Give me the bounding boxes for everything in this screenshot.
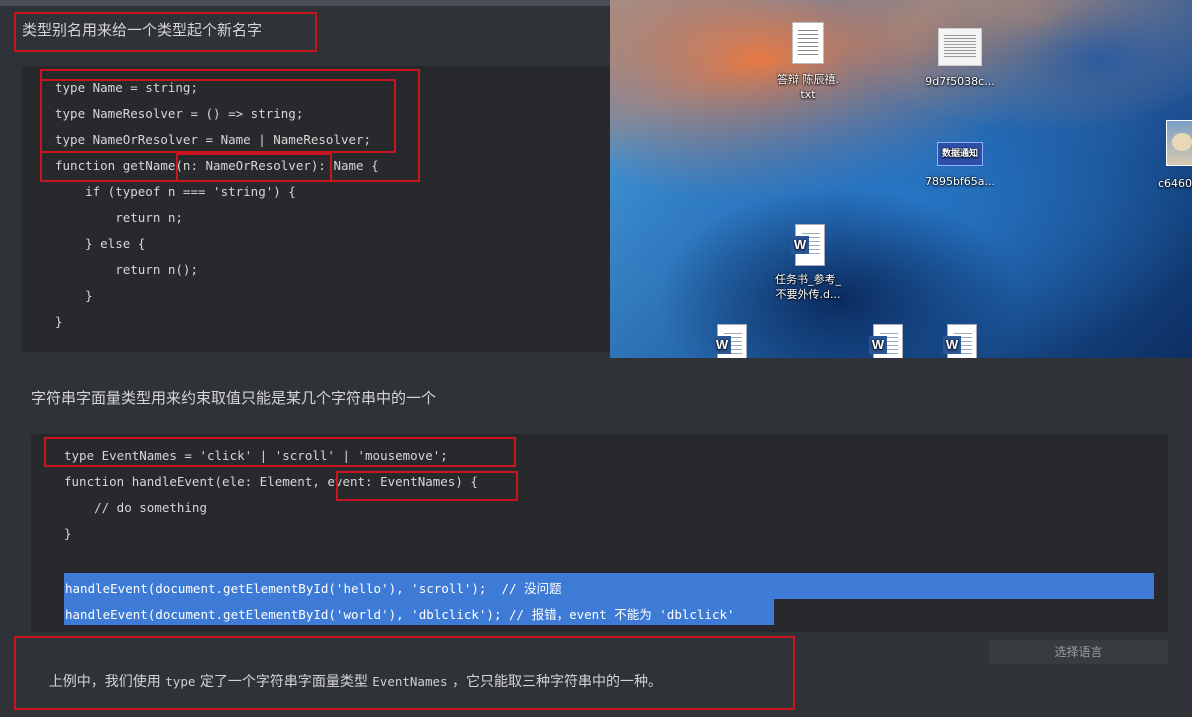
code-line: return n();: [55, 262, 198, 277]
annotation-box: [14, 636, 795, 710]
annotation-box: [336, 471, 518, 501]
desktop-icon-label: 任务书_参考_: [775, 273, 841, 286]
desktop-icon-word-doc[interactable]: W: [688, 324, 772, 358]
desktop-icon-label: 不要外传.d...: [775, 288, 841, 301]
desktop-icon-label: c6460: [1158, 177, 1192, 190]
type-alias-section: 类型别名用来给一个类型起个新名字 type Name = string; typ…: [0, 6, 610, 358]
desktop-icon-image-badge[interactable]: 数据通知 7895bf65a...: [918, 142, 1002, 189]
word-document-icon: W: [791, 224, 825, 266]
code-line: handleEvent(document.getElementById('hel…: [65, 581, 562, 596]
annotation-box: [14, 12, 317, 52]
desktop-icon-image-file[interactable]: 9d7f5038c...: [918, 28, 1002, 89]
cat-image-icon: [1166, 120, 1192, 166]
code-line: if (typeof n === 'string') {: [55, 184, 296, 199]
image-badge-icon: 数据通知: [937, 142, 983, 166]
desktop-icon-label: 9d7f5038c...: [925, 75, 995, 88]
code-line: } else {: [55, 236, 146, 251]
desktop-icon-label: 答辩 陈辰禧.: [777, 73, 839, 86]
desktop-icon-txt-file[interactable]: 答辩 陈辰禧. txt: [766, 22, 850, 102]
section-heading: 字符串字面量类型用来约束取值只能是某几个字符串中的一个: [31, 389, 437, 407]
word-document-icon: W: [869, 324, 903, 358]
annotation-box: [40, 79, 396, 153]
code-line: }: [55, 314, 63, 329]
desktop-icon-label: 7895bf65a...: [924, 175, 996, 188]
desktop-icon-word-doc[interactable]: W 任务书_参考_ 不要外传.d...: [766, 224, 850, 302]
image-thumbnail-icon: [938, 28, 982, 66]
desktop-icon-word-doc[interactable]: W: [844, 324, 928, 358]
code-line: }: [64, 526, 72, 541]
select-language-button[interactable]: 选择语言: [989, 640, 1168, 664]
desktop-icon-cat-image[interactable]: c6460: [1140, 120, 1192, 191]
annotation-box: [44, 437, 516, 467]
code-line: }: [55, 288, 93, 303]
code-line: // do something: [64, 500, 207, 515]
desktop-icon-label: txt: [800, 88, 816, 101]
annotation-box: [176, 153, 332, 182]
desktop-icon-word-doc[interactable]: W: [918, 324, 1002, 358]
code-line: return n;: [55, 210, 183, 225]
text-file-icon: [792, 22, 824, 64]
word-document-icon: W: [943, 324, 977, 358]
word-document-icon: W: [713, 324, 747, 358]
code-line: handleEvent(document.getElementById('wor…: [65, 607, 735, 622]
